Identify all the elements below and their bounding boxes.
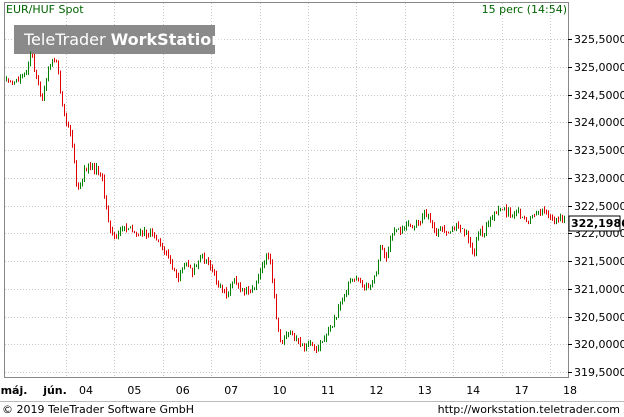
x-tick-label: 13 [418, 384, 432, 397]
copyright-text: © 2019 TeleTrader Software GmbH [2, 403, 194, 416]
y-tick-label: 323,0000 [574, 172, 624, 185]
x-tick-label: 17 [515, 384, 529, 397]
y-tick-label: 320,5000 [574, 311, 624, 324]
y-tick-label: 321,0000 [574, 283, 624, 296]
y-tick-label: 321,5000 [574, 255, 624, 268]
footer-url[interactable]: http://workstation.teletrader.com [438, 403, 620, 416]
last-price-marker: 322,1986 [568, 215, 624, 232]
x-tick-label: 10 [273, 384, 287, 397]
last-price-value: 322,1986 [571, 217, 624, 230]
timeframe-label: 15 perc (14:54) [482, 3, 567, 16]
y-tick-label: 324,5000 [574, 89, 624, 102]
x-tick-label: máj. [1, 384, 28, 397]
x-tick-label: 04 [79, 384, 93, 397]
x-tick-label: 05 [127, 384, 141, 397]
y-tick-label: 322,5000 [574, 200, 624, 213]
x-tick-label: 06 [176, 384, 190, 397]
y-tick-label: 320,0000 [574, 338, 624, 351]
y-tick-label: 325,0000 [574, 61, 624, 74]
brand-watermark: TeleTrader WorkStation [14, 25, 223, 54]
price-chart: EUR/HUF Spot 15 perc (14:54) TeleTrader W… [0, 0, 624, 417]
x-tick-label: 14 [466, 384, 480, 397]
x-tick-label: 11 [321, 384, 335, 397]
brand-bold: WorkStation [111, 30, 223, 49]
x-tick-label: 07 [224, 384, 238, 397]
y-tick-label: 319,5000 [574, 366, 624, 379]
brand-light: TeleTrader [23, 30, 106, 49]
x-tick-label: 12 [369, 384, 383, 397]
y-tick-label: 324,0000 [574, 116, 624, 129]
brand-text: TeleTrader WorkStation [23, 30, 223, 49]
y-tick-label: 325,5000 [574, 33, 624, 46]
y-tick-label: 323,5000 [574, 144, 624, 157]
chart-window: EUR/HUF Spot 15 perc (14:54) TeleTrader W… [0, 0, 624, 417]
x-tick-label: 18 [563, 384, 577, 397]
x-tick-label: jún. [42, 384, 67, 397]
instrument-title: EUR/HUF Spot [6, 3, 84, 16]
